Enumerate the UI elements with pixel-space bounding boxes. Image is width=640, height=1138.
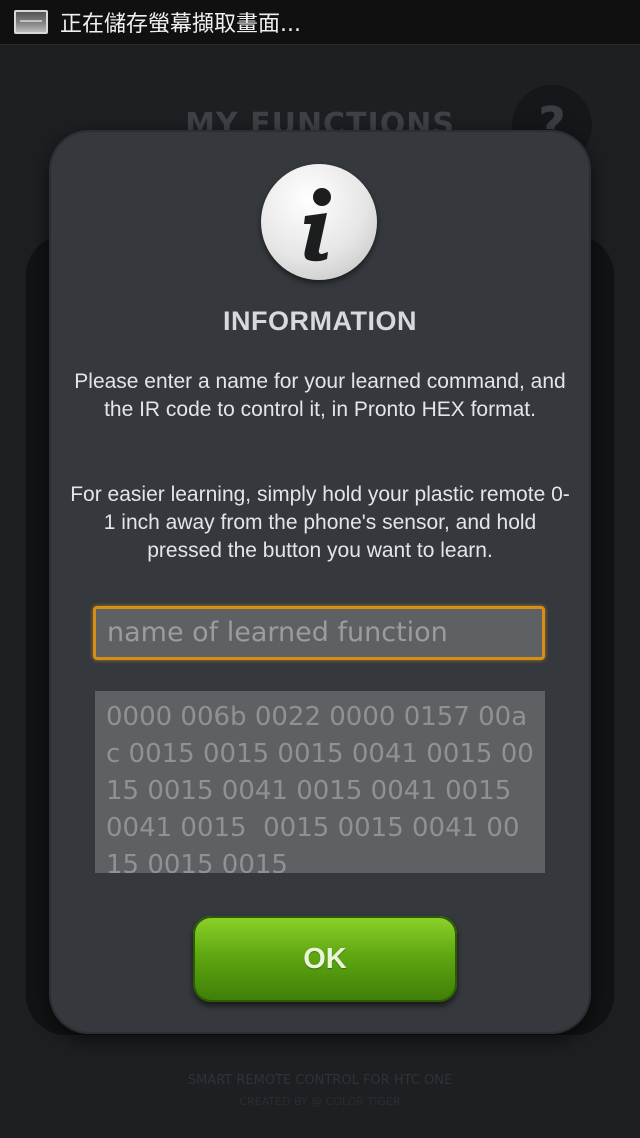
instruction-text: Please enter a name for your learned com…: [74, 370, 566, 421]
status-bar: 正在儲存螢幕擷取畫面...: [0, 0, 640, 45]
screenshot-icon: [14, 10, 48, 34]
information-dialog: INFORMATION Please enter a name for your…: [49, 130, 591, 1034]
dialog-title: INFORMATION: [223, 306, 417, 336]
info-icon: [261, 164, 377, 280]
background-credit: CREATED BY @ COLOR TIGER: [239, 1095, 401, 1108]
ok-button[interactable]: OK: [193, 916, 457, 1002]
learning-tip-text: For easier learning, simply hold your pl…: [70, 483, 570, 562]
status-notification-text: 正在儲存螢幕擷取畫面...: [60, 12, 301, 37]
function-name-input[interactable]: name of learned function: [93, 606, 545, 660]
background-footer: SMART REMOTE CONTROL FOR HTC ONE: [187, 1073, 453, 1088]
ir-code-textarea[interactable]: 0000 006b 0022 0000 0157 00ac 0015 0015 …: [95, 691, 545, 873]
